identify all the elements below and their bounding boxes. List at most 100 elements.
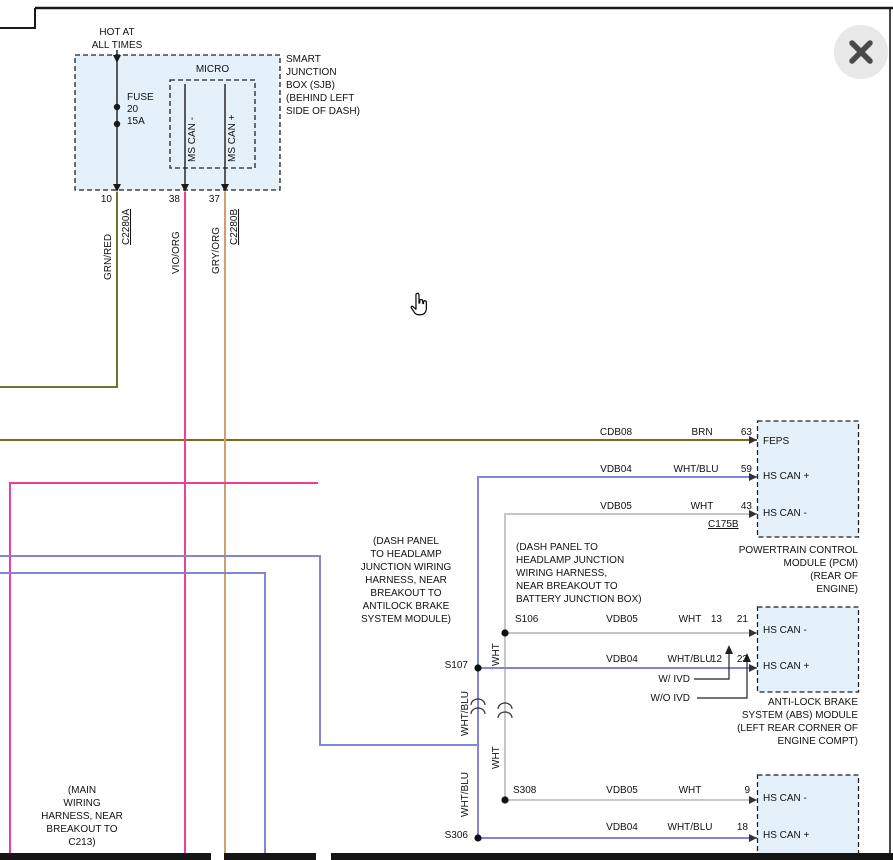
wire-label-vio-org: VIO/ORG [171,231,182,274]
bottom-section-edge [0,853,893,860]
note-main-line4: BREAKOUT TO [32,823,132,836]
rear-row2-pin: 18 [728,822,748,834]
wire-label-grn-red: GRN/RED [103,234,114,280]
abs-caption-line4: ENGINE COMPT) [698,735,858,748]
wire-label-wht-1: WHT [491,643,502,666]
rear-pin-hs-can-minus: HS CAN - [763,793,807,805]
wire-label-gry-org: GRY/ORG [211,227,222,274]
note-bjb-line3: WIRING HARNESS, [516,567,642,580]
note-main-line1: (MAIN [32,784,132,797]
wire-label-wht-blu-2: WHT/BLU [460,772,471,817]
pcm-caption: POWERTRAIN CONTROL MODULE (PCM) (REAR OF… [698,544,858,596]
abs-row1-circuit: VDB05 [598,614,646,626]
wire-label-wht-blu-1: WHT/BLU [460,691,471,736]
with-ivd-label: W/ IVD [644,674,690,686]
ms-can-plus-label: MS CAN + [227,114,238,162]
rear-row2-circuit: VDB04 [598,822,646,834]
note-abs-line7: SYSTEM MODULE) [348,613,464,626]
pcm-pin-hs-can-plus: HS CAN + [763,471,809,483]
wire-label-wht-2: WHT [491,746,502,769]
pcm-caption-line1: POWERTRAIN CONTROL [698,544,858,557]
fuse-label-line3: 15A [127,116,145,128]
hand-cursor-icon [406,292,432,318]
splice-s308-dot [501,796,508,803]
splice-s106-label: S106 [515,614,538,626]
note-abs-line5: BREAKOUT TO [348,587,464,600]
hot-at-all-times-label: HOT AT ALL TIMES [75,26,159,52]
abs-row2-pin-b: 23 [730,654,748,666]
splice-s107-dot [474,664,481,671]
note-main-line5: C213) [32,836,132,849]
ms-can-minus-label: MS CAN - [187,117,198,162]
abs-caption-line2: SYSTEM (ABS) MODULE [698,709,858,722]
rear-module-box [758,775,859,860]
pcm-caption-line2: MODULE (PCM) [698,557,858,570]
wire-grn-red [0,192,117,387]
pcm-row3-circuit: VDB05 [592,501,640,513]
sjb-title-line5: SIDE OF DASH) [286,105,360,118]
splice-s306-dot [474,834,481,841]
abs-row1-pin-b: 21 [730,614,748,626]
sjb-pin-38: 38 [162,194,180,206]
note-bjb-line1: (DASH PANEL TO [516,541,642,554]
abs-caption: ANTI-LOCK BRAKE SYSTEM (ABS) MODULE (LEF… [698,696,858,748]
connector-c175b: C175B [708,519,739,531]
note-main-harness: (MAIN WIRING HARNESS, NEAR BREAKOUT TO C… [32,784,132,849]
abs-pin-hs-can-plus: HS CAN + [763,661,809,673]
pcm-row2-color: WHT/BLU [668,464,724,476]
close-icon [834,25,888,79]
sjb-title-line3: BOX (SJB) [286,79,360,92]
splice-s308-label: S308 [513,785,536,797]
micro-label: MICRO [170,64,255,76]
sjb-title-line4: (BEHIND LEFT [286,92,360,105]
splice-s107-label: S107 [434,660,468,672]
without-ivd-label: W/O IVD [638,693,690,705]
pcm-caption-line3: (REAR OF [698,570,858,583]
close-button[interactable] [834,25,888,79]
pcm-row1-color: BRN [684,427,720,439]
wires-colored [0,192,757,853]
pcm-row1-circuit: CDB08 [592,427,640,439]
abs-row2-circuit: VDB04 [598,654,646,666]
splice-s106-dot [501,629,508,636]
rear-row1-pin: 9 [734,785,750,797]
note-bjb-line4: NEAR BREAKOUT TO [516,580,642,593]
sjb-pin-37: 37 [202,194,220,206]
note-abs-line3: JUNCTION WIRING [348,561,464,574]
diagram-viewport[interactable]: HOT AT ALL TIMES FUSE 20 15A MICRO MS CA… [0,0,893,860]
splice-s306-label: S306 [434,830,468,842]
note-main-line3: HARNESS, NEAR [32,810,132,823]
fuse-label-line1: FUSE [127,92,154,104]
abs-row2-pin-a: 12 [704,654,722,666]
abs-box [758,607,859,692]
ivd-pointer-arrows [694,645,751,698]
abs-caption-line3: (LEFT REAR CORNER OF [698,722,858,735]
pcm-pin-hs-can-minus: HS CAN - [763,508,807,520]
sjb-title: SMART JUNCTION BOX (SJB) (BEHIND LEFT SI… [286,53,360,118]
note-bjb-line2: HEADLAMP JUNCTION [516,554,642,567]
pcm-row1-pin: 63 [730,427,752,439]
rear-pin-hs-can-plus: HS CAN + [763,830,809,842]
note-bjb-line5: BATTERY JUNCTION BOX) [516,593,642,606]
connector-c2280a: C2280A [121,209,132,245]
note-abs-line4: HARNESS, NEAR [348,574,464,587]
rear-row1-color: WHT [672,785,708,797]
abs-row1-pin-a: 13 [704,614,722,626]
module-entry-arrows [749,436,757,842]
connector-c2280b: C2280B [229,209,240,245]
note-abs-line6: ANTILOCK BRAKE [348,600,464,613]
sjb-title-line1: SMART [286,53,360,66]
hot-line-1: HOT AT [75,26,159,39]
pcm-row3-color: WHT [684,501,720,513]
rear-row1-circuit: VDB05 [598,785,646,797]
note-abs-harness: (DASH PANEL TO HEADLAMP JUNCTION WIRING … [348,535,464,626]
pcm-row2-circuit: VDB04 [592,464,640,476]
sjb-title-line2: JUNCTION [286,66,360,79]
abs-row1-color: WHT [672,614,708,626]
note-abs-line1: (DASH PANEL [348,535,464,548]
note-main-line2: WIRING [32,797,132,810]
pcm-row3-pin: 43 [730,501,752,513]
sjb-pin-10: 10 [94,194,112,206]
note-abs-line2: TO HEADLAMP [348,548,464,561]
abs-pin-hs-can-minus: HS CAN - [763,625,807,637]
